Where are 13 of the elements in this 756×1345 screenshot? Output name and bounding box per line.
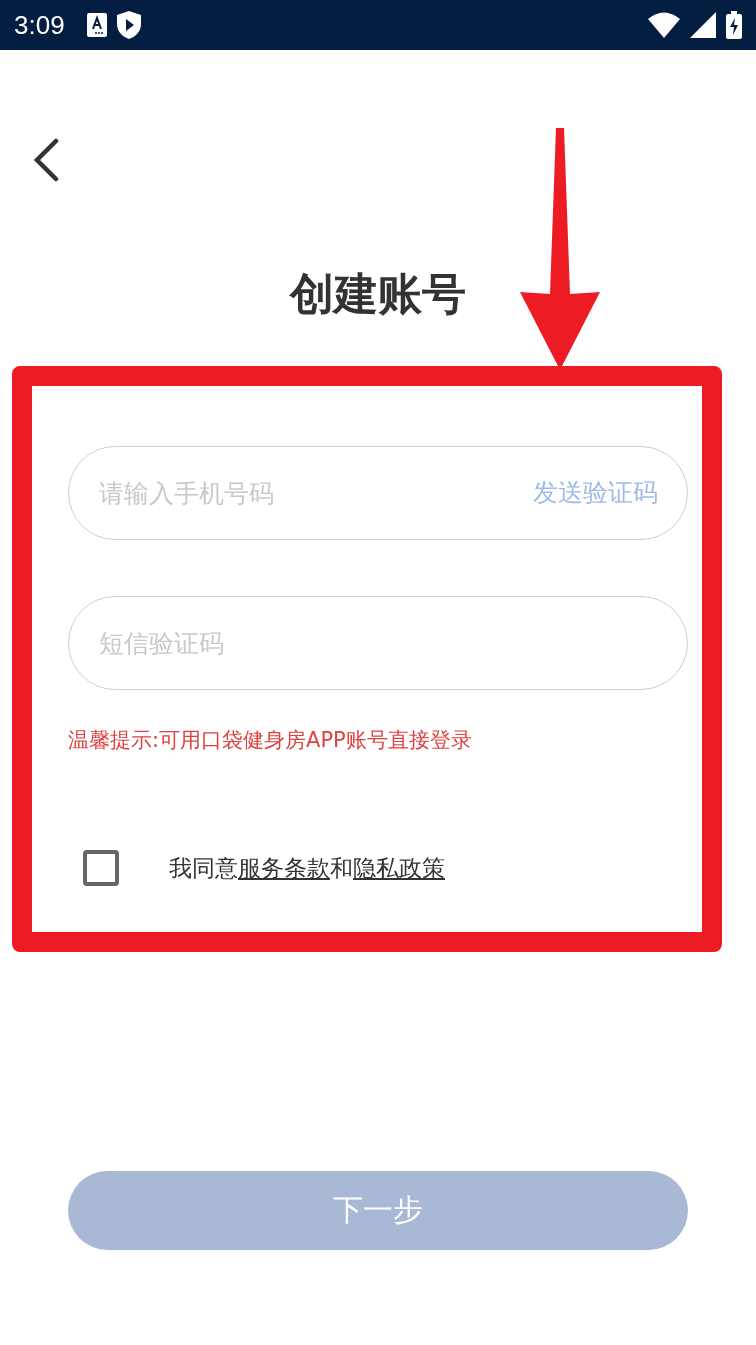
agreement-text: 我同意服务条款和隐私政策	[169, 853, 445, 883]
shield-play-icon	[116, 11, 141, 39]
page-title: 创建账号	[288, 272, 467, 316]
login-tip-text: 温馨提示:可用口袋健身房APP账号直接登录	[68, 727, 473, 754]
signal-icon	[690, 12, 716, 38]
wifi-icon	[648, 12, 680, 38]
agree-checkbox[interactable]	[83, 850, 119, 886]
keyboard-icon	[86, 13, 107, 37]
battery-icon	[726, 11, 742, 39]
back-icon[interactable]	[32, 138, 60, 182]
clock: 3:09	[14, 9, 65, 41]
policy-link[interactable]: 服务条款	[238, 854, 330, 881]
policy-link[interactable]: 隐私政策	[353, 854, 445, 881]
